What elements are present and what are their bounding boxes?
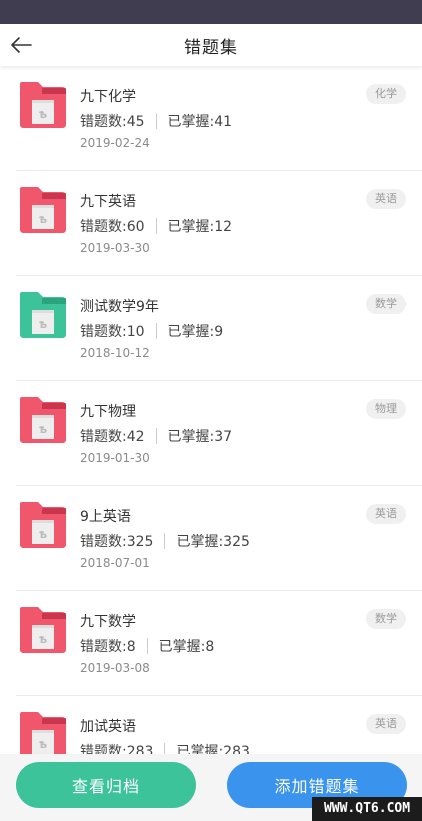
subject-tag: 数学 — [366, 609, 406, 629]
error-count: 错题数:42 — [80, 429, 145, 445]
set-date: 2019-03-30 — [80, 241, 150, 255]
svg-text:Ѣ: Ѣ — [39, 740, 47, 751]
set-date: 2019-03-08 — [80, 661, 150, 675]
set-stats: 错题数:42 已掌握:37 — [80, 426, 232, 446]
set-title: 九下物理 — [80, 404, 136, 420]
list-item[interactable]: Ѣ 九下英语 错题数:60 已掌握:12 2019-03-30 英语 — [16, 171, 422, 276]
list-item[interactable]: Ѣ 九下数学 错题数:8 已掌握:8 2019-03-08 数学 — [16, 591, 422, 696]
svg-text:Ѣ: Ѣ — [39, 215, 47, 226]
set-title: 九下英语 — [80, 194, 136, 210]
set-stats: 错题数:60 已掌握:12 — [80, 216, 232, 236]
set-title: 9上英语 — [80, 509, 131, 525]
mastered-count: 已掌握:41 — [167, 114, 233, 130]
list-item[interactable]: Ѣ 9上英语 错题数:325 已掌握:325 2018-07-01 英语 — [16, 486, 422, 591]
list-item[interactable]: Ѣ 九下物理 错题数:42 已掌握:37 2019-01-30 物理 — [16, 381, 422, 486]
set-title: 九下数学 — [80, 614, 136, 630]
error-count: 错题数:60 — [80, 219, 145, 235]
mastered-count: 已掌握:283 — [176, 744, 250, 754]
status-bar — [0, 0, 422, 24]
back-arrow-icon[interactable] — [9, 33, 33, 57]
chemistry-folder-icon: Ѣ — [20, 82, 66, 128]
set-title: 测试数学9年 — [80, 299, 159, 315]
svg-text:Ѣ: Ѣ — [39, 320, 47, 331]
set-date: 2019-01-30 — [80, 451, 150, 465]
stat-divider — [155, 218, 157, 234]
mastered-count: 已掌握:37 — [167, 429, 233, 445]
error-count: 错题数:45 — [80, 114, 145, 130]
error-count: 错题数:8 — [80, 639, 136, 655]
mastered-count: 已掌握:9 — [167, 324, 224, 340]
mastered-count: 已掌握:12 — [167, 219, 233, 235]
svg-text:Ѣ: Ѣ — [39, 425, 47, 436]
svg-text:Ѣ: Ѣ — [39, 635, 47, 646]
svg-text:Ѣ: Ѣ — [39, 530, 47, 541]
subject-tag: 英语 — [366, 189, 406, 209]
english-folder-icon: Ѣ — [20, 502, 66, 548]
subject-tag: 英语 — [366, 504, 406, 524]
list-item[interactable]: Ѣ 加试英语 错题数:283 已掌握:283 英语 — [16, 696, 422, 754]
page-title: 错题集 — [184, 37, 238, 58]
wrong-question-set-list: Ѣ 九下化学 错题数:45 已掌握:41 2019-02-24 化学 Ѣ 九下英… — [0, 66, 422, 754]
error-count: 错题数:10 — [80, 324, 145, 340]
subject-tag: 英语 — [366, 714, 406, 734]
set-stats: 错题数:45 已掌握:41 — [80, 111, 232, 131]
math-folder-icon: Ѣ — [20, 607, 66, 653]
set-date: 2018-07-01 — [80, 556, 150, 570]
error-count: 错题数:325 — [80, 534, 154, 550]
error-count: 错题数:283 — [80, 744, 154, 754]
stat-divider — [155, 113, 157, 129]
mastered-count: 已掌握:325 — [176, 534, 250, 550]
set-date: 2019-02-24 — [80, 136, 150, 150]
set-stats: 错题数:283 已掌握:283 — [80, 741, 250, 754]
set-title: 九下化学 — [80, 89, 136, 105]
list-item[interactable]: Ѣ 九下化学 错题数:45 已掌握:41 2019-02-24 化学 — [16, 66, 422, 171]
english-folder-icon: Ѣ — [20, 712, 66, 754]
subject-tag: 物理 — [366, 399, 406, 419]
list-item[interactable]: Ѣ 测试数学9年 错题数:10 已掌握:9 2018-10-12 数学 — [16, 276, 422, 381]
nav-bar: 错题集 — [0, 24, 422, 66]
subject-tag: 化学 — [366, 84, 406, 104]
watermark: WWW.QT6.COM — [312, 797, 422, 821]
english-folder-icon: Ѣ — [20, 187, 66, 233]
set-stats: 错题数:325 已掌握:325 — [80, 531, 250, 551]
stat-divider — [164, 743, 166, 754]
physics-folder-icon: Ѣ — [20, 397, 66, 443]
math-folder-icon: Ѣ — [20, 292, 66, 338]
mastered-count: 已掌握:8 — [158, 639, 215, 655]
set-title: 加试英语 — [80, 719, 136, 735]
stat-divider — [155, 428, 157, 444]
stat-divider — [164, 533, 166, 549]
view-archive-button[interactable]: 查看归档 — [16, 762, 196, 808]
svg-text:Ѣ: Ѣ — [39, 110, 47, 121]
set-stats: 错题数:10 已掌握:9 — [80, 321, 223, 341]
set-stats: 错题数:8 已掌握:8 — [80, 636, 214, 656]
set-date: 2018-10-12 — [80, 346, 150, 360]
stat-divider — [155, 323, 157, 339]
stat-divider — [146, 638, 148, 654]
subject-tag: 数学 — [366, 294, 406, 314]
